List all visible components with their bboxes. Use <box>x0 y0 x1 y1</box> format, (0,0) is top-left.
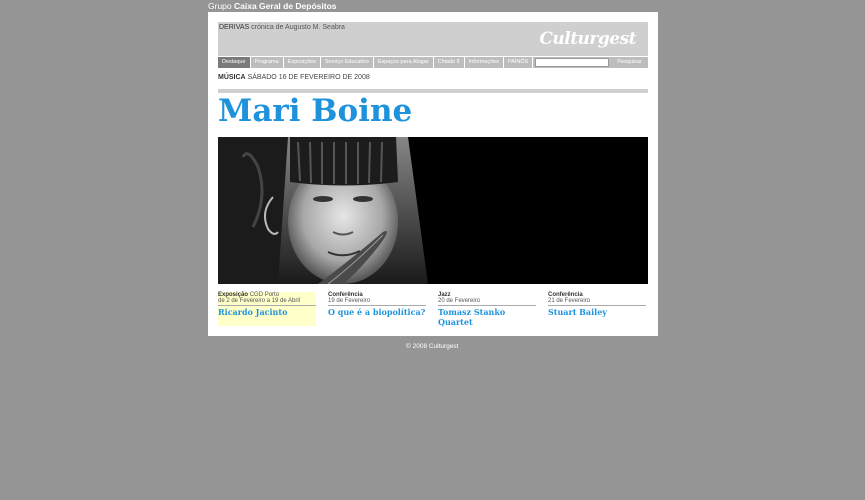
event-card-title[interactable]: Tomasz Stanko Quartet <box>438 307 536 327</box>
related-events: Exposição CGD Porto de 2 de Fevereiro a … <box>218 292 648 327</box>
event-card-date: de 2 de Fevereiro a 19 de Abril <box>218 298 316 306</box>
event-card[interactable]: Exposição CGD Porto de 2 de Fevereiro a … <box>218 292 316 326</box>
page-container: DERIVAS crónica de Augusto M. Seabra Cul… <box>208 12 658 336</box>
group-prefix: Grupo <box>208 1 232 11</box>
event-card-date: 21 de Fevereiro <box>548 298 646 306</box>
nav-item-servico-educativo[interactable]: Serviço Educativo <box>321 57 374 68</box>
derivas-link[interactable]: DERIVAS crónica de Augusto M. Seabra <box>219 24 345 31</box>
nav-item-destaque[interactable]: Destaque <box>218 57 251 68</box>
event-card-date: 20 de Fevereiro <box>438 298 536 306</box>
nav-item-informacoes[interactable]: Informações <box>465 57 504 68</box>
derivas-text: crónica de Augusto M. Seabra <box>251 24 345 31</box>
event-meta: MÚSICA SÁBADO 16 DE FEVEREIRO DE 2008 <box>218 74 370 81</box>
page-title: Mari Boine <box>218 93 413 129</box>
event-card[interactable]: Jazz 20 de Fevereiro Tomasz Stanko Quart… <box>438 292 536 327</box>
event-card-title[interactable]: Stuart Bailey <box>548 307 646 317</box>
copyright: © 2008 Culturgest <box>406 343 459 350</box>
nav-item-chiado[interactable]: Chiado 8 <box>434 57 465 68</box>
search-button[interactable]: Pesquisar <box>609 57 641 68</box>
group-header: Grupo Caixa Geral de Depósitos <box>208 1 337 11</box>
event-card[interactable]: Conferência 19 de Fevereiro O que é a bi… <box>328 292 426 326</box>
culturgest-logo[interactable]: Culturgest <box>539 29 636 49</box>
event-date: SÁBADO 16 DE FEVEREIRO DE 2008 <box>247 74 370 81</box>
event-card[interactable]: Conferência 21 de Fevereiro Stuart Baile… <box>548 292 646 326</box>
nav-item-espacos[interactable]: Espaços para Alugar <box>374 57 434 68</box>
nav-item-painos[interactable]: PAINÓS <box>504 57 534 68</box>
group-name[interactable]: Caixa Geral de Depósitos <box>234 1 337 11</box>
derivas-label: DERIVAS <box>219 24 250 31</box>
search-input[interactable] <box>535 58 610 67</box>
event-card-date: 19 de Fevereiro <box>328 298 426 306</box>
artist-portrait-image <box>218 137 648 284</box>
event-category: MÚSICA <box>218 74 246 81</box>
nav-item-exposicoes[interactable]: Exposições <box>284 57 321 68</box>
event-card-title[interactable]: O que é a biopolítica? <box>328 307 426 317</box>
nav-item-programa[interactable]: Programa <box>251 57 284 68</box>
artist-photo <box>218 137 648 284</box>
main-nav: Destaque Programa Exposições Serviço Edu… <box>218 57 648 68</box>
event-card-title[interactable]: Ricardo Jacinto <box>218 307 316 317</box>
banner: DERIVAS crónica de Augusto M. Seabra Cul… <box>218 22 648 56</box>
